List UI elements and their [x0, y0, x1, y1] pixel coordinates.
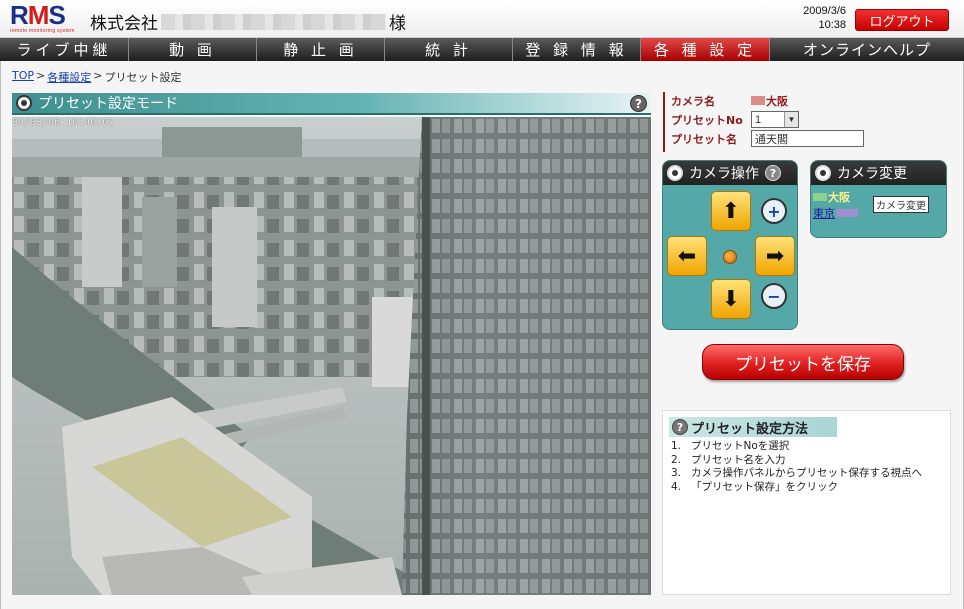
breadcrumb-top[interactable]: TOP [12, 69, 34, 85]
nav-registration[interactable]: 登 録 情 報 [513, 38, 641, 61]
nav-stats[interactable]: 統 計 [385, 38, 513, 61]
howto-step: 3. カメラ操作パネルからプリセット保存する視点へ [671, 467, 922, 479]
camera-item-redacted [836, 209, 858, 217]
preset-name-label: プリセット名 [671, 132, 737, 146]
company-name-redacted [161, 13, 386, 30]
zoom-out-icon: − [767, 286, 781, 306]
breadcrumb-settings[interactable]: 各種設定 [47, 69, 91, 85]
arrow-right-icon: ➡ [765, 243, 785, 269]
company-name: 株式会社 様 [90, 13, 406, 34]
pan-left-button[interactable]: ⬅ [667, 236, 707, 276]
current-time: 10:38 [818, 19, 846, 31]
nav-online-help[interactable]: オンラインヘルプ [770, 38, 964, 61]
breadcrumb: TOP > 各種設定 > プリセット設定 [12, 69, 182, 85]
help-icon[interactable]: ? [765, 165, 781, 181]
chevron-down-icon: ▼ [784, 112, 798, 127]
arrow-up-icon: ⬆ [721, 198, 741, 224]
breadcrumb-current: プリセット設定 [104, 71, 182, 84]
preset-howto: ? プリセット設定方法 1. プリセットNoを選択 2. プリセット名を入力 3. カ… [662, 410, 951, 595]
howto-title: ? プリセット設定方法 [669, 417, 837, 437]
camera-icon [16, 95, 32, 111]
current-datetime: 2009/3/6 10:38 [780, 4, 846, 32]
pan-right-button[interactable]: ➡ [755, 236, 795, 276]
camera-name-label: カメラ名 [671, 94, 715, 108]
preset-no-select[interactable]: 1 ▼ [751, 111, 799, 128]
current-date: 2009/3/6 [803, 5, 846, 17]
camera-panel-title: プリセット設定モード [38, 96, 178, 112]
camera-item-tokyo[interactable]: 東京 [813, 205, 858, 221]
camera-icon [815, 165, 831, 181]
camera-image [12, 117, 651, 595]
nav-still[interactable]: 静 止 画 [257, 38, 385, 61]
center-dot[interactable] [723, 250, 737, 264]
camera-icon [667, 165, 683, 181]
pan-down-button[interactable]: ⬇ [711, 279, 751, 319]
zoom-in-button[interactable]: + [761, 198, 787, 224]
zoom-out-button[interactable]: − [761, 283, 787, 309]
logout-button[interactable]: ログアウト [855, 9, 949, 31]
camera-name-redacted [751, 96, 765, 105]
nav-live[interactable]: ライブ中継 [0, 38, 129, 61]
preset-settings: カメラ名 大阪 プリセットNo 1 ▼ プリセット名 通天閣 [663, 92, 953, 152]
header-bar: RMS remote monitoring system 株式会社 様 2009… [0, 0, 964, 38]
camera-operation-title: カメラ操作 [689, 166, 759, 182]
camera-panel-header: プリセット設定モード ? [12, 93, 651, 115]
logo-subtitle: remote monitoring system [10, 28, 75, 34]
main-nav: ライブ中継 動 画 静 止 画 統 計 登 録 情 報 各 種 設 定 オンライ… [0, 38, 964, 61]
howto-step: 2. プリセット名を入力 [671, 453, 786, 466]
camera-item-current: 大阪 [813, 189, 858, 205]
camera-change-title: カメラ変更 [837, 166, 907, 182]
camera-operation-header: カメラ操作 ? [663, 161, 797, 185]
camera-operation-panel: カメラ操作 ? ⬆ ⬅ ➡ ⬇ + − [662, 160, 798, 330]
howto-step: 4. 「プリセット保存」をクリック [671, 480, 838, 493]
camera-timestamp: 09/03/06 10:40:07 [12, 117, 115, 128]
camera-list: 大阪 東京 [813, 189, 858, 221]
howto-steps: 1. プリセットNoを選択 2. プリセット名を入力 3. カメラ操作パネルからプリセ… [671, 440, 922, 494]
arrow-down-icon: ⬇ [721, 286, 741, 312]
camera-name-value: 大阪 [751, 93, 788, 109]
preset-no-label: プリセットNo [671, 113, 743, 127]
zoom-in-icon: + [767, 201, 781, 221]
help-icon: ? [672, 419, 688, 435]
nav-settings[interactable]: 各 種 設 定 [641, 38, 770, 61]
camera-live-view[interactable]: 09/03/06 10:40:07 [12, 117, 651, 595]
preset-name-input[interactable]: 通天閣 [751, 130, 864, 147]
rms-logo[interactable]: RMS remote monitoring system [10, 2, 82, 34]
pan-up-button[interactable]: ⬆ [711, 191, 751, 231]
camera-change-button[interactable]: カメラ変更 [873, 196, 929, 213]
camera-change-panel: カメラ変更 大阪 東京 カメラ変更 [810, 160, 947, 238]
howto-step: 1. プリセットNoを選択 [671, 440, 790, 452]
logo-text: RMS [10, 0, 66, 30]
nav-video[interactable]: 動 画 [129, 38, 257, 61]
camera-item-redacted [813, 193, 827, 201]
help-icon[interactable]: ? [630, 95, 647, 112]
arrow-left-icon: ⬅ [677, 243, 697, 269]
camera-change-header: カメラ変更 [811, 161, 946, 185]
save-preset-button[interactable]: プリセットを保存 [702, 344, 904, 380]
